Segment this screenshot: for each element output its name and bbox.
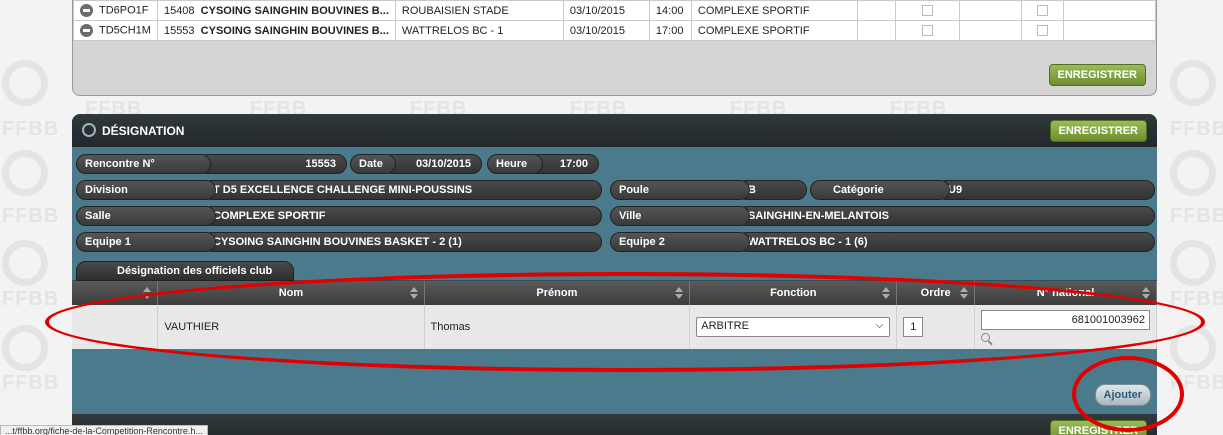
home-team: CYSOING SAINGHIN BOUVINES B... <box>200 24 389 37</box>
save-button[interactable]: ENREGISTRER <box>1049 120 1147 142</box>
salle-value: COMPLEXE SPORTIF <box>202 206 602 226</box>
status-bar: ...t/ffbb.org/fiche-de-la-Competition-Re… <box>0 425 208 435</box>
watermark-text: FFBB <box>1170 118 1223 140</box>
match-date: 03/10/2015 <box>562 20 650 41</box>
checkbox[interactable] <box>1036 5 1048 17</box>
rencontre-value: 15553 <box>197 154 347 174</box>
watermark-text: FFBB <box>1170 205 1223 227</box>
match-venue: COMPLEXE SPORTIF <box>690 20 858 41</box>
remove-row-icon[interactable] <box>80 24 93 37</box>
tab-officials[interactable]: Désignation des officiels club <box>76 261 294 281</box>
sort-icon[interactable] <box>1142 287 1150 299</box>
checkbox[interactable] <box>921 5 933 17</box>
equipe1-value: CYSOING SAINGHIN BOUVINES BASKET - 2 (1) <box>202 232 602 252</box>
ffbb-logo-icon <box>1170 150 1216 196</box>
equipe2-value: WATTRELOS BC - 1 (6) <box>737 232 1155 252</box>
date-label: Date <box>350 154 396 174</box>
rencontre-label: Rencontre N° <box>76 154 211 174</box>
watermark-text: FFBB <box>2 288 60 310</box>
ville-label: Ville <box>610 206 750 226</box>
ffbb-logo-icon <box>1170 240 1216 286</box>
ffbb-logo-icon <box>2 60 48 106</box>
home-team: CYSOING SAINGHIN BOUVINES B... <box>200 4 389 17</box>
ville-value: SAINGHIN-EN-MELANTOIS <box>737 206 1155 226</box>
annotation-oval <box>45 272 1205 372</box>
heure-label: Heure <box>487 154 543 174</box>
categorie-label: Catégorie <box>810 180 950 200</box>
watermark-text: FFBB <box>2 118 60 140</box>
watermark-text: FFBB <box>2 372 60 394</box>
match-teams: 15408 CYSOING SAINGHIN BOUVINES B... <box>156 0 396 21</box>
ffbb-logo-icon <box>2 240 48 286</box>
date-value: 03/10/2015 <box>382 154 482 174</box>
ffbb-logo-icon <box>2 325 48 371</box>
watermark-text: FFBB <box>2 205 60 227</box>
away-team: ROUBAISIEN STADE <box>394 0 564 21</box>
matches-panel: TD6PO1F 15408 CYSOING SAINGHIN BOUVINES … <box>72 0 1157 96</box>
categorie-value: U9 <box>937 180 1155 200</box>
match-teams: 15553 CYSOING SAINGHIN BOUVINES B... <box>156 20 396 41</box>
annotation-oval <box>1072 356 1184 432</box>
remove-row-icon[interactable] <box>80 4 93 17</box>
match-date: 03/10/2015 <box>562 0 650 21</box>
ffbb-logo-icon <box>2 150 48 196</box>
match-time: 17:00 <box>648 20 692 41</box>
match-time: 14:00 <box>648 0 692 21</box>
equipe1-label: Equipe 1 <box>76 232 216 252</box>
ffbb-logo-icon <box>82 123 96 137</box>
match-code: TD5CH1M <box>99 24 151 37</box>
checkbox[interactable] <box>921 25 933 37</box>
table-row[interactable]: TD6PO1F 15408 CYSOING SAINGHIN BOUVINES … <box>73 0 1157 21</box>
panel-title: DÉSIGNATION <box>102 124 185 138</box>
checkbox[interactable] <box>1036 25 1048 37</box>
division-value: T D5 EXCELLENCE CHALLENGE MINI-POUSSINS <box>202 180 602 200</box>
ffbb-logo-icon <box>1170 60 1216 106</box>
equipe2-label: Equipe 2 <box>610 232 750 252</box>
matches-table: TD6PO1F 15408 CYSOING SAINGHIN BOUVINES … <box>73 0 1157 41</box>
table-row[interactable]: TD5CH1M 15553 CYSOING SAINGHIN BOUVINES … <box>73 20 1157 41</box>
save-button[interactable]: ENREGISTRER <box>1048 64 1146 86</box>
match-code: TD6PO1F <box>99 4 149 17</box>
salle-label: Salle <box>76 206 216 226</box>
designation-header: DÉSIGNATION ENREGISTRER <box>72 114 1157 147</box>
designation-footer: ENREGISTRER <box>72 414 1157 435</box>
poule-label: Poule <box>610 180 750 200</box>
division-label: Division <box>76 180 216 200</box>
match-venue: COMPLEXE SPORTIF <box>690 0 858 21</box>
away-team: WATTRELOS BC - 1 <box>394 20 564 41</box>
